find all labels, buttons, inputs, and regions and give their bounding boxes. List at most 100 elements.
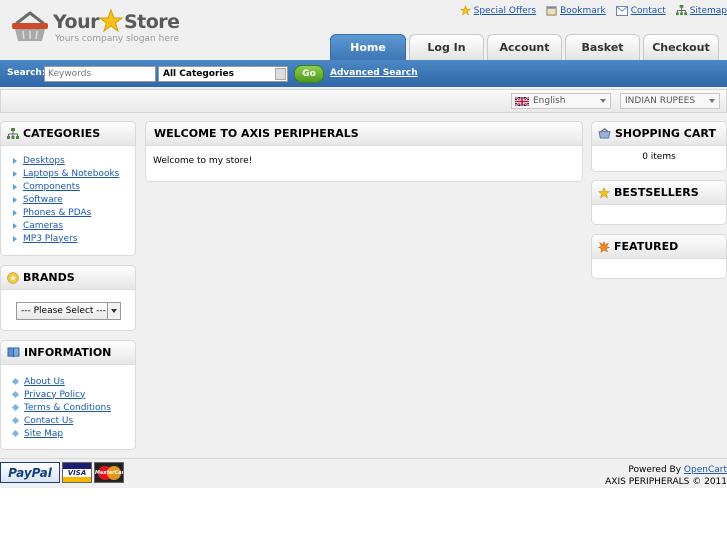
brands-box: BRANDS --- Please Select --- <box>0 265 136 331</box>
footer: PayPal VISA MasterCard Powered By OpenCa… <box>0 458 727 488</box>
category-link[interactable]: Components <box>23 182 80 192</box>
bullet-icon <box>13 170 17 177</box>
tab-basket[interactable]: Basket <box>565 34 640 60</box>
bestsellers-box: BESTSELLERS <box>591 180 727 225</box>
currency-select[interactable]: INDIAN RUPEES <box>620 93 720 109</box>
advanced-search-link[interactable]: Advanced Search <box>330 68 418 78</box>
tab-login[interactable]: Log In <box>409 34 484 60</box>
main-nav-tabs: Home Log In Account Basket Checkout <box>330 34 719 60</box>
featured-burst-icon <box>598 240 610 253</box>
cart-title: SHOPPING CART <box>615 127 716 140</box>
list-item: Site Map <box>11 427 135 440</box>
page: Your Store Yours company slogan here Spec… <box>0 0 727 488</box>
logo-star-icon <box>99 9 123 33</box>
go-button[interactable]: Go <box>294 65 324 83</box>
cart-header: SHOPPING CART <box>592 122 726 146</box>
bullet-icon <box>13 157 17 164</box>
sitemap-icon <box>7 127 19 139</box>
bullet-icon <box>13 235 17 242</box>
chevron-down-icon <box>709 99 715 103</box>
chevron-down-icon <box>275 68 286 80</box>
special-offers-link[interactable]: Special Offers <box>459 5 536 16</box>
brands-title: BRANDS <box>23 271 75 284</box>
featured-title: FEATURED <box>614 240 679 253</box>
info-link[interactable]: Terms & Conditions <box>24 403 111 413</box>
visa-logo: VISA <box>62 462 92 483</box>
star-icon <box>598 186 610 199</box>
category-list: Desktops Laptops & Notebooks Components … <box>1 146 135 245</box>
bookmark-link[interactable]: Bookmark <box>546 5 606 16</box>
powered-prefix: Powered By <box>628 465 682 475</box>
list-item: Laptops & Notebooks <box>13 167 135 180</box>
categories-title: CATEGORIES <box>23 127 101 140</box>
sitemap-link[interactable]: Sitemap <box>675 5 727 16</box>
welcome-text: Welcome to my store! <box>153 156 253 166</box>
brand-select[interactable]: --- Please Select --- <box>16 302 121 320</box>
currency-value: INDIAN RUPEES <box>625 96 696 106</box>
info-link[interactable]: Contact Us <box>24 416 73 426</box>
tab-home[interactable]: Home <box>330 34 406 60</box>
info-link[interactable]: Site Map <box>24 429 63 439</box>
bullet-icon <box>11 416 20 425</box>
category-select[interactable]: All Categories <box>158 66 288 82</box>
powered-by: Powered By OpenCart AXIS PERIPHERALS © 2… <box>605 464 727 488</box>
bullet-icon <box>11 429 20 438</box>
category-link[interactable]: Phones & PDAs <box>23 208 91 218</box>
top-links: Special Offers Bookmark Contact Sitemap <box>459 5 727 16</box>
bullet-icon <box>13 183 17 190</box>
bullet-icon <box>11 377 20 386</box>
copyright: AXIS PERIPHERALS © 2011 <box>605 477 727 487</box>
list-item: Software <box>13 193 135 206</box>
welcome-box: WELCOME TO AXIS PERIPHERALS Welcome to m… <box>145 121 583 182</box>
category-select-value: All Categories <box>163 69 234 79</box>
information-box: INFORMATION About Us Privacy Policy Term… <box>0 340 136 450</box>
featured-header: FEATURED <box>592 235 726 259</box>
book-icon <box>7 347 20 358</box>
chevron-down-icon <box>600 99 606 103</box>
mastercard-logo: MasterCard <box>94 462 124 483</box>
welcome-title: WELCOME TO AXIS PERIPHERALS <box>154 127 359 140</box>
bullet-icon <box>13 222 17 229</box>
information-title: INFORMATION <box>24 346 112 359</box>
search-input[interactable] <box>44 66 156 82</box>
opencart-link[interactable]: OpenCart <box>684 465 727 475</box>
cart-icon <box>598 128 611 139</box>
info-link[interactable]: Privacy Policy <box>24 390 85 400</box>
language-select[interactable]: English <box>511 93 611 109</box>
list-item: MP3 Players <box>13 232 135 245</box>
list-item: Desktops <box>13 154 135 167</box>
tab-account[interactable]: Account <box>487 34 562 60</box>
list-item: Cameras <box>13 219 135 232</box>
star-icon <box>459 5 471 16</box>
cart-box: SHOPPING CART 0 items <box>591 121 727 172</box>
locale-bar: English INDIAN RUPEES <box>0 89 727 113</box>
list-item: Components <box>13 180 135 193</box>
sitemap-icon <box>675 5 687 16</box>
bestsellers-header: BESTSELLERS <box>592 181 726 205</box>
welcome-header: WELCOME TO AXIS PERIPHERALS <box>146 122 582 146</box>
list-item: Terms & Conditions <box>11 401 135 414</box>
category-link[interactable]: Software <box>23 195 63 205</box>
contact-link[interactable]: Contact <box>615 5 666 16</box>
brands-header: BRANDS <box>1 266 135 290</box>
information-header: INFORMATION <box>1 341 135 365</box>
brand-select-value: --- Please Select --- <box>21 306 107 316</box>
categories-header: CATEGORIES <box>1 122 135 146</box>
category-link[interactable]: Laptops & Notebooks <box>23 169 119 179</box>
info-link[interactable]: About Us <box>24 377 65 387</box>
bestsellers-title: BESTSELLERS <box>614 186 699 199</box>
category-link[interactable]: Cameras <box>23 221 63 231</box>
category-link[interactable]: Desktops <box>23 156 65 166</box>
bullet-icon <box>13 196 17 203</box>
star-badge-icon <box>7 271 19 284</box>
tab-checkout[interactable]: Checkout <box>643 34 719 60</box>
category-link[interactable]: MP3 Players <box>23 234 77 244</box>
search-bar: Search: All Categories Go Advanced Searc… <box>0 60 727 87</box>
featured-box: FEATURED <box>591 234 727 279</box>
bullet-icon <box>11 403 20 412</box>
store-logo[interactable]: Your Store Yours company slogan here <box>11 9 180 49</box>
list-item: Contact Us <box>11 414 135 427</box>
cart-item-count: 0 items <box>642 152 676 162</box>
mail-icon <box>615 5 628 16</box>
categories-box: CATEGORIES Desktops Laptops & Notebooks … <box>0 121 136 256</box>
